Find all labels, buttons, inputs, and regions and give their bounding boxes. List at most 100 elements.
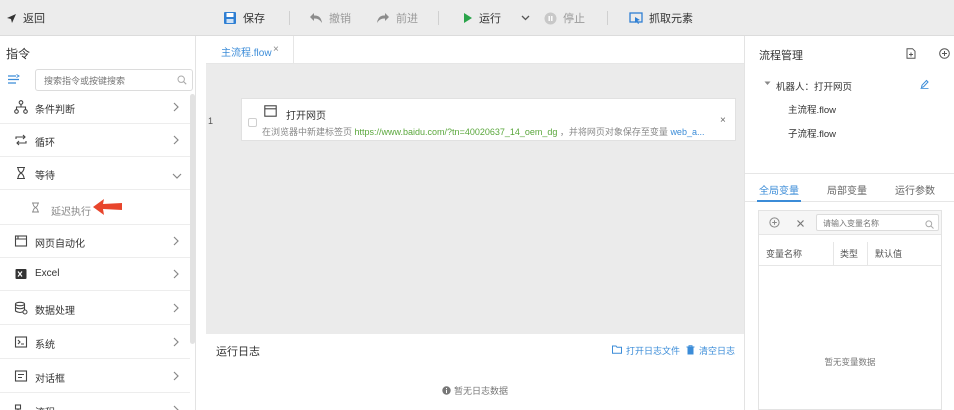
flow-management-panel: 流程管理 机器人：打开网页 主流程.flow 子流程.flow 全局变量 局部变… — [744, 36, 954, 410]
back-label: 返回 — [23, 13, 45, 25]
branch-icon — [14, 100, 28, 114]
category-label: 系统 — [35, 340, 55, 351]
category-flow[interactable]: 流程 — [0, 394, 190, 410]
category-label: 对话框 — [35, 374, 65, 385]
run-options-dropdown[interactable] — [521, 0, 530, 36]
save-button[interactable]: 保存 — [223, 0, 265, 36]
tree-expand-icon[interactable] — [764, 78, 771, 89]
capture-icon — [629, 11, 643, 25]
stop-label: 停止 — [563, 13, 585, 25]
column-divider — [833, 242, 834, 266]
variable-tabs: 全局变量 局部变量 运行参数 — [745, 174, 954, 202]
folder-icon — [612, 345, 622, 356]
play-icon — [463, 12, 473, 24]
variable-search-input[interactable] — [823, 217, 923, 229]
new-file-icon[interactable] — [906, 48, 916, 62]
add-circle-icon[interactable] — [939, 48, 950, 62]
category-wait[interactable]: 等待 — [0, 157, 190, 190]
undo-label: 撤销 — [329, 13, 351, 25]
tab-run-parameters[interactable]: 运行参数 — [895, 182, 935, 197]
tree-flow-main[interactable]: 主流程.flow — [788, 102, 836, 116]
command-search-input[interactable] — [44, 73, 174, 88]
tree-robot-node[interactable]: 机器人：打开网页 — [776, 79, 852, 93]
trash-icon — [686, 344, 695, 357]
flow-canvas[interactable]: 1 打开网页 在浏览器中新建标签页 https://www.baidu.com/… — [206, 64, 744, 334]
variable-empty-state: 暂无变量数据 — [824, 357, 876, 367]
top-toolbar: 返回 保存 撤销 前进 运行 停止 抓取元素 — [0, 0, 954, 36]
loop-icon — [14, 133, 28, 147]
hourglass-icon — [31, 202, 40, 216]
back-button[interactable]: 返回 — [6, 0, 45, 36]
step-checkbox[interactable] — [248, 118, 257, 127]
redo-label: 前进 — [396, 13, 418, 25]
category-system[interactable]: 系统 — [0, 326, 190, 359]
log-empty-text: 暂无日志数据 — [453, 386, 508, 396]
flow-icon — [14, 403, 28, 410]
active-tab-indicator — [757, 200, 801, 202]
excel-icon — [14, 267, 28, 281]
capture-element-button[interactable]: 抓取元素 — [629, 0, 693, 36]
column-header-name: 变量名称 — [766, 249, 803, 259]
category-label: 数据处理 — [35, 306, 75, 317]
back-arrow-icon — [6, 13, 17, 24]
step-url: https://www.baidu.com/?tn=40020637_14_oe… — [354, 127, 558, 137]
category-label: 流程 — [35, 404, 55, 410]
tree-flow-sub[interactable]: 子流程.flow — [788, 126, 836, 140]
chevron-right-icon — [172, 336, 182, 348]
capture-label: 抓取元素 — [649, 13, 693, 25]
close-tab-icon[interactable]: × — [273, 44, 279, 55]
tab-global-variables[interactable]: 全局变量 — [759, 182, 799, 197]
category-dialog[interactable]: 对话框 — [0, 360, 190, 393]
redo-button[interactable]: 前进 — [376, 0, 418, 36]
save-label: 保存 — [243, 13, 265, 25]
command-label: 延迟执行 — [51, 207, 91, 218]
stop-button[interactable]: 停止 — [544, 0, 585, 36]
tab-main-flow[interactable]: 主流程.flow × — [206, 36, 294, 64]
search-icon — [925, 218, 934, 232]
variable-table-header: 变量名称 类型 默认值 — [759, 242, 941, 266]
step-desc-text: 在浏览器中新建标签页 — [262, 127, 355, 137]
category-label: 网页自动化 — [35, 239, 85, 250]
open-log-file-link[interactable]: 打开日志文件 — [626, 344, 680, 357]
category-label: Excel — [35, 268, 60, 279]
chevron-right-icon — [172, 404, 182, 410]
chevron-right-icon — [172, 268, 182, 280]
pointer-arrow-icon — [92, 197, 124, 220]
dialog-icon — [14, 369, 28, 383]
delete-step-icon[interactable]: × — [720, 115, 726, 126]
command-delay-execute[interactable]: 延迟执行 — [0, 191, 190, 225]
redo-icon — [376, 12, 390, 24]
toolbar-divider — [289, 11, 290, 25]
column-header-default: 默认值 — [875, 249, 903, 259]
run-log-panel: 运行日志 打开日志文件 清空日志 暂无日志数据 — [206, 334, 744, 410]
flow-step-card[interactable]: 打开网页 在浏览器中新建标签页 https://www.baidu.com/?t… — [241, 98, 736, 141]
terminal-icon — [14, 335, 28, 349]
line-number: 1 — [208, 116, 214, 126]
variable-panel: 变量名称 类型 默认值 暂无变量数据 — [758, 210, 942, 410]
edit-icon[interactable] — [920, 79, 929, 92]
category-condition[interactable]: 条件判断 — [0, 91, 190, 124]
chevron-right-icon — [172, 370, 182, 382]
tab-label: 主流程.flow — [221, 48, 272, 59]
category-data-processing[interactable]: 数据处理 — [0, 292, 190, 325]
chevron-right-icon — [172, 235, 182, 247]
add-variable-icon[interactable] — [769, 217, 780, 231]
log-empty-state: 暂无日志数据 — [206, 384, 744, 397]
undo-button[interactable]: 撤销 — [309, 0, 351, 36]
category-loop[interactable]: 循环 — [0, 124, 190, 157]
editor-tab-bar: 主流程.flow × — [206, 36, 744, 64]
category-excel[interactable]: Excel — [0, 258, 190, 291]
run-button[interactable]: 运行 — [463, 0, 501, 36]
delete-variable-icon[interactable] — [796, 217, 805, 231]
collapse-panel-icon[interactable] — [7, 74, 20, 88]
hourglass-icon — [14, 166, 28, 180]
variable-search-box — [816, 214, 939, 231]
clear-log-link[interactable]: 清空日志 — [699, 344, 735, 357]
command-panel-scrollbar[interactable] — [190, 94, 195, 344]
search-icon — [177, 74, 187, 88]
category-web-automation[interactable]: 网页自动化 — [0, 225, 190, 258]
browser-icon — [264, 105, 277, 120]
tab-local-variables[interactable]: 局部变量 — [827, 182, 867, 197]
category-label: 条件判断 — [35, 105, 75, 116]
chevron-down-icon — [172, 169, 182, 181]
